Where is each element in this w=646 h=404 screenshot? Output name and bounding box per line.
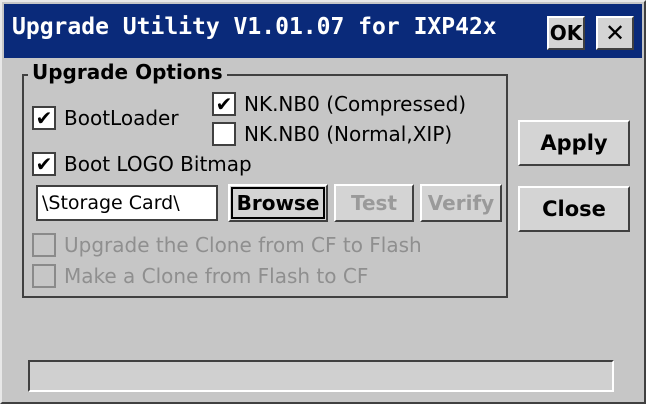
close-window-button[interactable]: ✕	[596, 16, 634, 50]
test-button[interactable]: Test	[334, 184, 414, 222]
nk-compressed-checkbox-row[interactable]: ✔ NK.NB0 (Compressed)	[212, 92, 466, 116]
browse-button[interactable]: Browse	[228, 184, 328, 222]
apply-button[interactable]: Apply	[518, 120, 630, 166]
window-title: Upgrade Utility V1.01.07 for IXP42x	[12, 14, 497, 40]
nk-normal-checkbox-row[interactable]: NK.NB0 (Normal,XIP)	[212, 122, 452, 146]
clone-flash-to-cf-label: Make a Clone from Flash to CF	[64, 264, 369, 288]
title-bar: Upgrade Utility V1.01.07 for IXP42x OK ✕	[4, 4, 642, 58]
ok-button[interactable]: OK	[547, 16, 585, 50]
upgrade-options-legend: Upgrade Options	[28, 60, 227, 84]
check-mark-icon: ✔	[35, 106, 53, 130]
upgrade-utility-window: Upgrade Utility V1.01.07 for IXP42x OK ✕…	[0, 0, 646, 404]
check-mark-icon: ✔	[215, 92, 233, 116]
close-icon: ✕	[604, 19, 626, 47]
clone-flash-to-cf-checkbox[interactable]	[32, 264, 56, 288]
boot-logo-label: Boot LOGO Bitmap	[64, 152, 252, 176]
nk-compressed-label: NK.NB0 (Compressed)	[244, 92, 467, 116]
nk-compressed-checkbox[interactable]: ✔	[212, 92, 236, 116]
clone-cf-to-flash-label: Upgrade the Clone from CF to Flash	[64, 233, 422, 257]
verify-button[interactable]: Verify	[420, 184, 502, 222]
close-button[interactable]: Close	[518, 186, 630, 232]
clone-flash-to-cf-checkbox-row[interactable]: Make a Clone from Flash to CF	[32, 264, 368, 288]
clone-cf-to-flash-checkbox[interactable]	[32, 233, 56, 257]
storage-path-input[interactable]	[36, 185, 218, 221]
boot-logo-checkbox[interactable]: ✔	[32, 152, 56, 176]
clone-cf-to-flash-checkbox-row[interactable]: Upgrade the Clone from CF to Flash	[32, 233, 422, 257]
progress-bar	[28, 360, 614, 392]
check-mark-icon: ✔	[35, 152, 53, 176]
bootloader-checkbox[interactable]: ✔	[32, 106, 56, 130]
nk-normal-label: NK.NB0 (Normal,XIP)	[244, 122, 453, 146]
bootloader-checkbox-row[interactable]: ✔ BootLoader	[32, 106, 179, 130]
bootloader-label: BootLoader	[64, 106, 179, 130]
nk-normal-checkbox[interactable]	[212, 122, 236, 146]
boot-logo-checkbox-row[interactable]: ✔ Boot LOGO Bitmap	[32, 152, 252, 176]
